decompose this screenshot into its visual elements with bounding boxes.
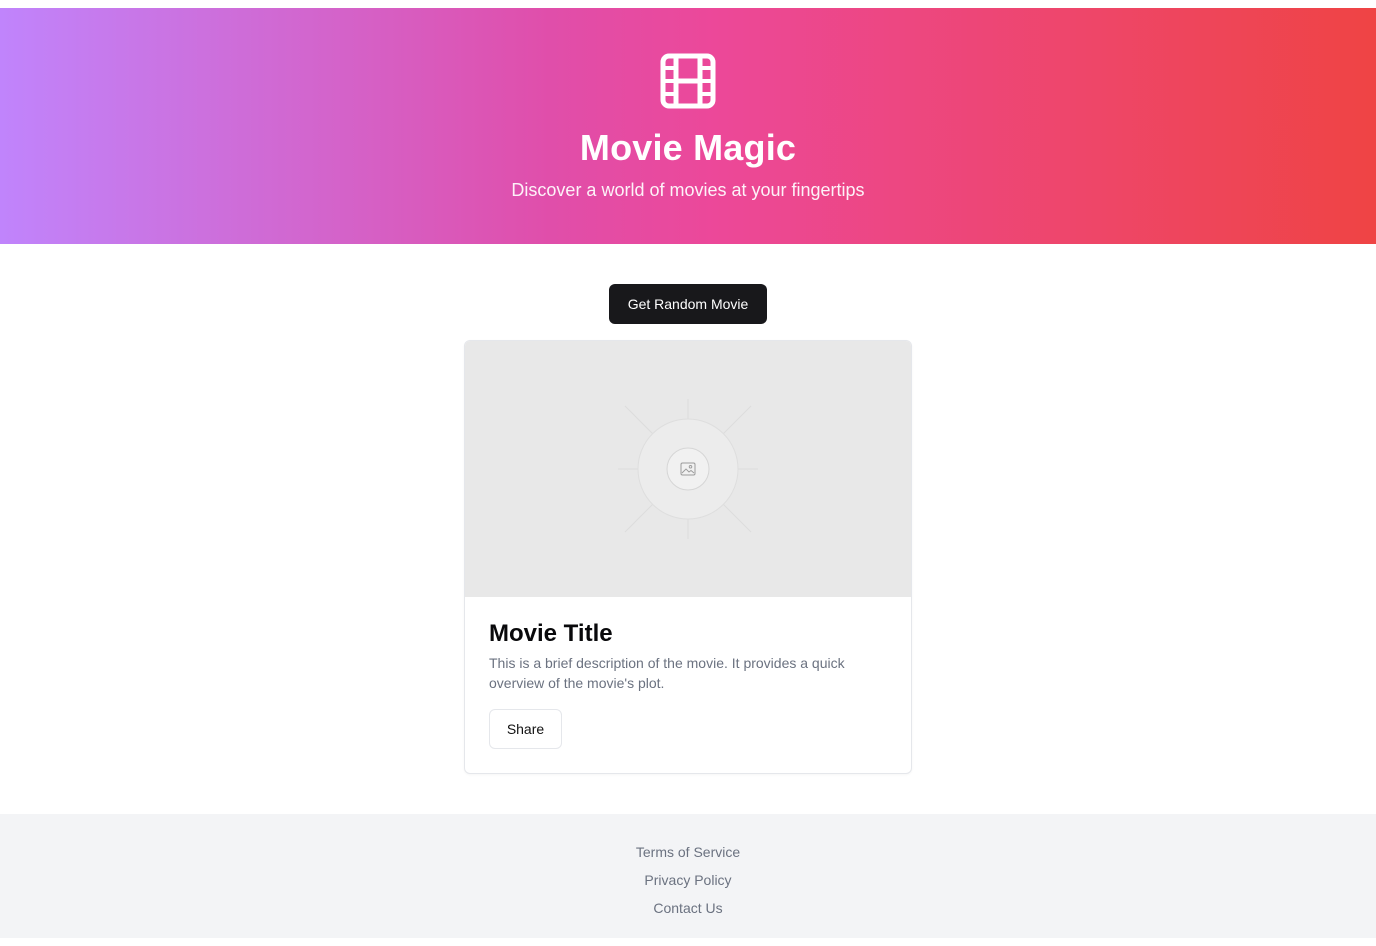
movie-card: Movie Title This is a brief description … xyxy=(464,340,912,774)
film-icon xyxy=(660,53,716,109)
get-random-movie-button[interactable]: Get Random Movie xyxy=(609,284,767,324)
footer: Terms of Service Privacy Policy Contact … xyxy=(0,814,1376,938)
page-subtitle: Discover a world of movies at your finge… xyxy=(511,180,865,200)
movie-poster-placeholder xyxy=(465,341,911,597)
footer-links: Terms of Service Privacy Policy Contact … xyxy=(0,838,1376,922)
image-placeholder-icon xyxy=(680,462,696,476)
share-button[interactable]: Share xyxy=(489,709,562,749)
top-strip xyxy=(0,0,1376,8)
privacy-policy-link[interactable]: Privacy Policy xyxy=(0,866,1376,894)
page-title: Movie Magic xyxy=(579,127,797,168)
contact-us-link[interactable]: Contact Us xyxy=(0,894,1376,922)
movie-description: This is a brief description of the movie… xyxy=(489,655,845,691)
hero-banner: Movie Magic Discover a world of movies a… xyxy=(0,8,1376,244)
terms-of-service-link[interactable]: Terms of Service xyxy=(0,838,1376,866)
movie-title: Movie Title xyxy=(489,620,613,647)
